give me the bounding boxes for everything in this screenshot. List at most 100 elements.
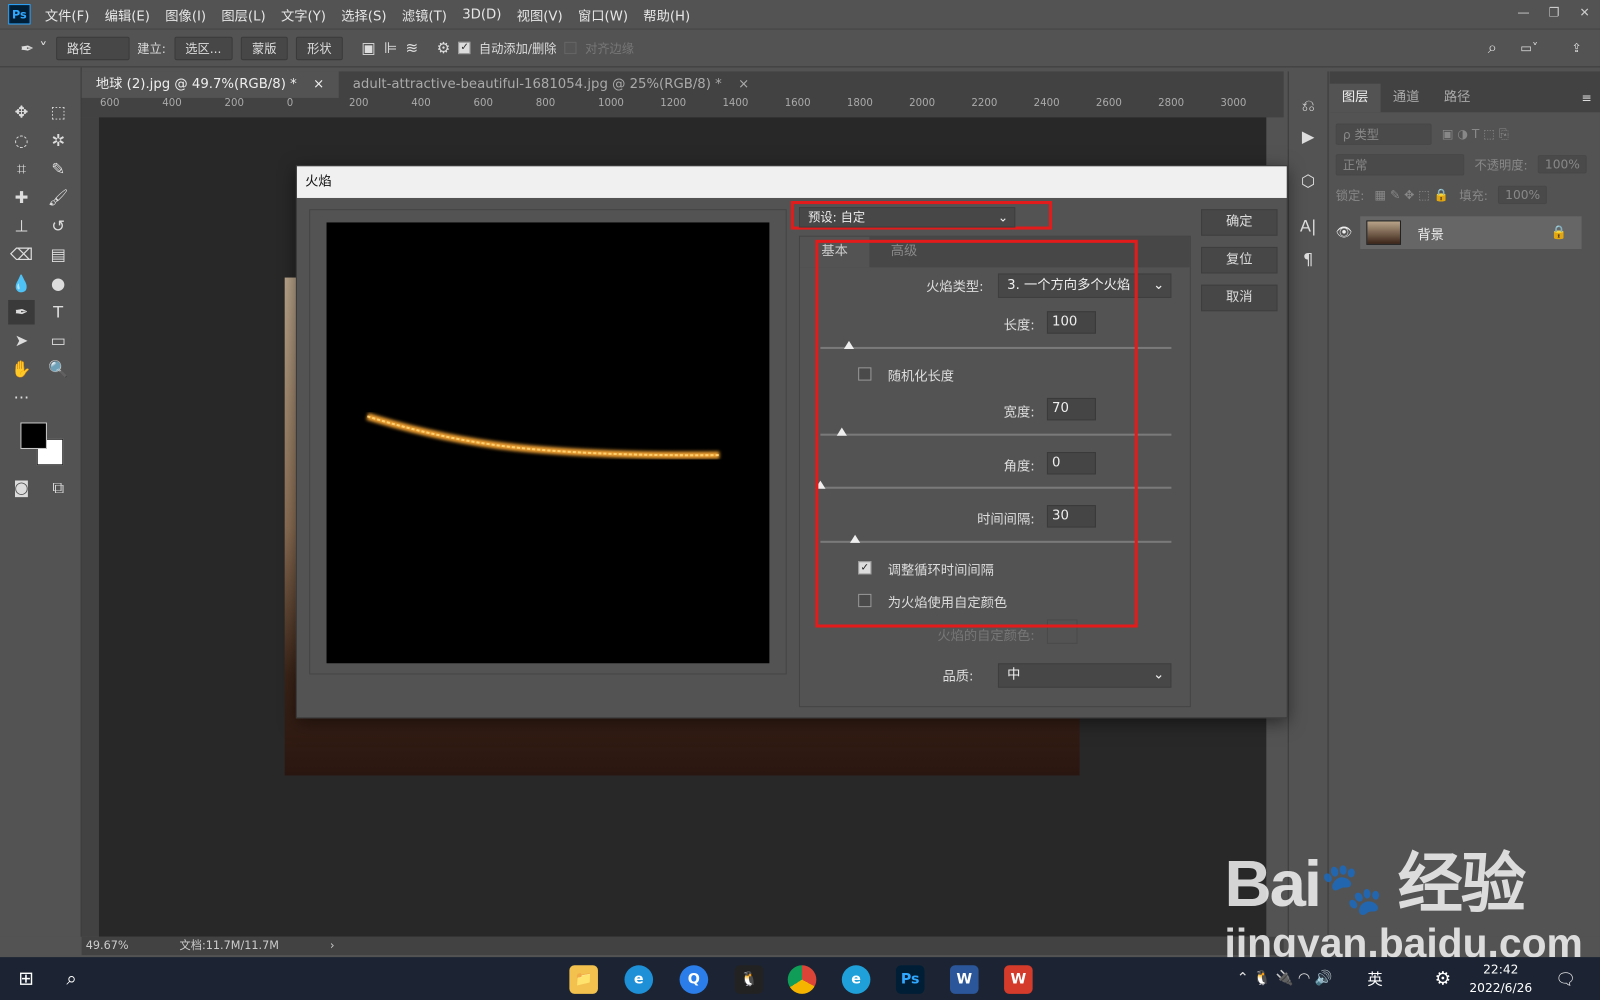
crop-tool-icon[interactable]: ⌗ <box>8 157 35 181</box>
history-icon[interactable]: ⎌ <box>1295 94 1322 118</box>
fill-input[interactable]: 100% <box>1498 185 1548 205</box>
qq-icon[interactable]: 🐧 <box>734 965 764 994</box>
restore-button[interactable]: ❐ <box>1539 0 1570 24</box>
cancel-button[interactable]: 取消 <box>1201 284 1278 312</box>
move-tool-icon[interactable]: ✥ <box>8 100 35 124</box>
menu-file[interactable]: 文件(F) <box>45 5 90 24</box>
reset-button[interactable]: 复位 <box>1201 246 1278 274</box>
panel-menu-icon[interactable]: ≡ <box>1582 84 1592 113</box>
word-icon[interactable]: W <box>949 965 979 994</box>
foreground-color-swatch[interactable] <box>20 422 47 449</box>
close-icon[interactable]: × <box>738 71 749 98</box>
selection-button[interactable]: 选区... <box>174 36 233 60</box>
path-alignment-icon[interactable]: ⊫ <box>384 39 397 57</box>
magic-wand-icon[interactable]: ✲ <box>45 129 72 153</box>
menu-window[interactable]: 窗口(W) <box>578 5 628 24</box>
history-brush-icon[interactable]: ↺ <box>45 214 72 238</box>
file-explorer-icon[interactable]: 📁 <box>569 965 598 994</box>
menu-help[interactable]: 帮助(H) <box>643 5 690 24</box>
brush-icon[interactable]: 🖌 <box>45 186 72 210</box>
hand-tool-icon[interactable]: ✋ <box>8 357 35 381</box>
ime-indicator[interactable]: 英 <box>1367 968 1382 989</box>
actions-play-icon[interactable]: ▶ <box>1295 124 1322 148</box>
pen-tool-icon[interactable]: ✒ ˅ <box>20 38 47 57</box>
chrome-icon[interactable] <box>787 965 817 994</box>
dodge-icon[interactable]: ● <box>45 271 72 295</box>
tab-earth[interactable]: 地球 (2).jpg @ 49.7%(RGB/8) * × <box>81 71 339 98</box>
settings-icon[interactable]: ⚙ <box>1435 968 1451 989</box>
quick-mask-icon[interactable]: ◙ <box>8 476 35 500</box>
menu-image[interactable]: 图像(I) <box>165 5 206 24</box>
layer-row[interactable]: 👁 背景 🔒 <box>1336 216 1582 249</box>
3d-icon[interactable]: ⬡ <box>1295 169 1322 193</box>
zoom-tool-icon[interactable]: 🔍 <box>45 357 72 381</box>
path-operations-icon[interactable]: ▣ <box>361 39 375 57</box>
align-edges-checkbox[interactable] <box>564 41 577 55</box>
lock-icons[interactable]: ▦ ✎ ✥ ⬚ 🔒 <box>1375 188 1449 202</box>
photoshop-taskbar-icon[interactable]: Ps <box>895 965 925 994</box>
healing-icon[interactable]: ✚ <box>8 186 35 210</box>
mask-button[interactable]: 蒙版 <box>240 36 288 60</box>
eye-icon[interactable]: 👁 <box>1336 225 1353 240</box>
path-arrangement-icon[interactable]: ≋ <box>405 39 418 57</box>
browser-q-icon[interactable]: Q <box>679 965 709 994</box>
paragraph-icon[interactable]: ¶ <box>1295 247 1322 271</box>
shape-button[interactable]: 形状 <box>295 36 343 60</box>
minimize-button[interactable]: — <box>1508 0 1539 24</box>
tab-channels[interactable]: 通道 <box>1381 84 1432 113</box>
notifications-icon[interactable]: 🗨 <box>1555 969 1576 988</box>
stamp-icon[interactable]: ⊥ <box>8 214 35 238</box>
mode-select[interactable]: 路径 <box>55 36 130 60</box>
opacity-input[interactable]: 100% <box>1537 155 1588 174</box>
zoom-level[interactable]: 49.67% <box>86 937 129 955</box>
search-icon[interactable]: ⌕ <box>1488 38 1497 58</box>
filter-icons[interactable]: ▣ ◑ T ⬚ ⎘ <box>1442 126 1509 141</box>
lasso-tool-icon[interactable]: ◌ <box>8 129 35 153</box>
eraser-icon[interactable]: ⌫ <box>8 243 35 267</box>
menu-edit[interactable]: 编辑(E) <box>105 5 150 24</box>
windows-start-icon[interactable]: ⊞ <box>18 968 33 989</box>
quality-select[interactable]: 中 ⌄ <box>997 663 1172 688</box>
chevron-down-icon: ⌄ <box>1153 667 1165 683</box>
gradient-icon[interactable]: ▤ <box>45 243 72 267</box>
ie-browser-icon[interactable]: e <box>624 965 654 994</box>
marquee-tool-icon[interactable]: ⬚ <box>45 100 72 124</box>
type-tool-icon[interactable]: T <box>45 300 72 324</box>
menu-layer[interactable]: 图层(L) <box>221 5 265 24</box>
tab-layers[interactable]: 图层 <box>1329 83 1381 113</box>
gear-icon[interactable]: ⚙ <box>437 39 451 57</box>
blur-icon[interactable]: 💧 <box>8 271 35 295</box>
photoshop-logo: Ps <box>8 4 31 25</box>
character-icon[interactable]: A| <box>1295 214 1322 238</box>
blend-mode-select[interactable]: 正常 <box>1335 153 1465 175</box>
auto-add-checkbox[interactable]: ✓ <box>458 41 471 55</box>
share-icon[interactable]: ⇪ <box>1571 41 1581 55</box>
path-select-icon[interactable]: ➤ <box>8 329 35 353</box>
pen-tool-icon[interactable]: ✒ <box>8 299 35 325</box>
screen-mode-icon[interactable]: ⧉ <box>45 476 72 500</box>
menu-view[interactable]: 视图(V) <box>517 5 563 24</box>
tray-icons[interactable]: ⌃ 🐧 🔌 ◠ 🔊 <box>1237 970 1333 986</box>
edge-icon[interactable]: e <box>841 965 871 994</box>
eyedropper-icon[interactable]: ✎ <box>45 157 72 181</box>
wps-icon[interactable]: W <box>1004 965 1033 994</box>
preset-select[interactable]: 预设: 自定 ⌄ <box>798 207 1016 228</box>
menu-3d[interactable]: 3D(D) <box>462 7 501 22</box>
tab-adult-attractive[interactable]: adult-attractive-beautiful-1681054.jpg @… <box>338 71 763 98</box>
menu-type[interactable]: 文字(Y) <box>281 5 326 24</box>
more-tools-icon[interactable]: ··· <box>8 386 35 410</box>
rectangle-tool-icon[interactable]: ▭ <box>45 329 72 353</box>
menu-filter[interactable]: 滤镜(T) <box>402 5 447 24</box>
ok-button[interactable]: 确定 <box>1201 209 1278 236</box>
layer-filter-select[interactable]: ρ 类型 <box>1335 122 1432 145</box>
menu-select[interactable]: 选择(S) <box>341 5 386 24</box>
search-icon[interactable]: ⌕ <box>66 968 76 989</box>
clock-time[interactable]: 22:42 <box>1469 960 1532 978</box>
clock-date[interactable]: 2022/6/26 <box>1469 979 1532 997</box>
tab-paths[interactable]: 路径 <box>1432 84 1483 113</box>
status-arrow[interactable]: › <box>330 937 334 955</box>
workspace-icon[interactable]: ▭˅ <box>1520 41 1538 55</box>
close-icon[interactable]: × <box>313 71 324 98</box>
close-button[interactable]: ✕ <box>1569 0 1600 24</box>
flame-preview[interactable] <box>326 222 770 664</box>
